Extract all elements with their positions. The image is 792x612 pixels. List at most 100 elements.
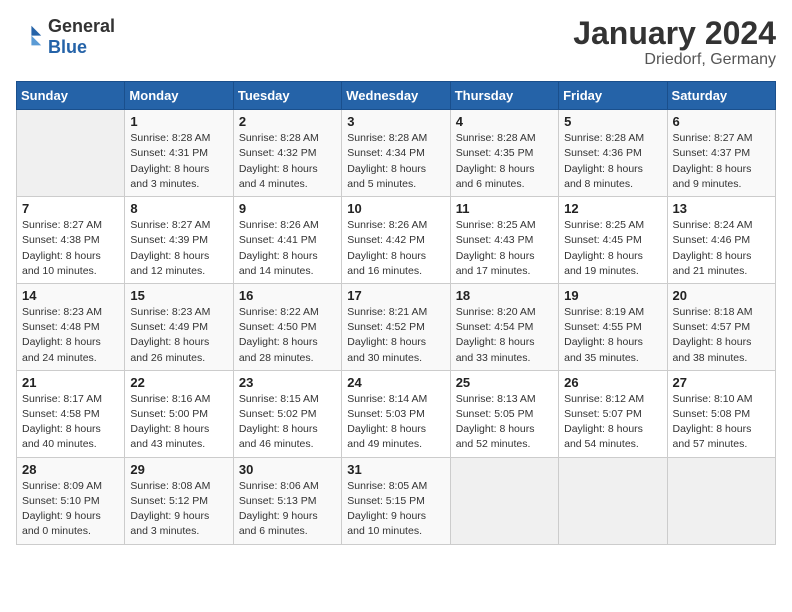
day-number: 1 xyxy=(130,114,227,129)
day-number: 4 xyxy=(456,114,553,129)
calendar-cell: 4 Sunrise: 8:28 AM Sunset: 4:35 PM Daylig… xyxy=(450,110,558,197)
day-info: Sunrise: 8:22 AM Sunset: 4:50 PM Dayligh… xyxy=(239,305,336,366)
day-header-thursday: Thursday xyxy=(450,82,558,110)
day-number: 11 xyxy=(456,201,553,216)
day-number: 2 xyxy=(239,114,336,129)
day-info: Sunrise: 8:16 AM Sunset: 5:00 PM Dayligh… xyxy=(130,392,227,453)
day-header-wednesday: Wednesday xyxy=(342,82,450,110)
calendar-cell: 26 Sunrise: 8:12 AM Sunset: 5:07 PM Dayli… xyxy=(559,370,667,457)
logo-blue: Blue xyxy=(48,37,87,57)
logo-text: General Blue xyxy=(48,16,115,58)
day-number: 15 xyxy=(130,288,227,303)
day-header-saturday: Saturday xyxy=(667,82,775,110)
day-info: Sunrise: 8:09 AM Sunset: 5:10 PM Dayligh… xyxy=(22,479,119,540)
calendar-cell: 18 Sunrise: 8:20 AM Sunset: 4:54 PM Dayli… xyxy=(450,283,558,370)
day-number: 6 xyxy=(673,114,770,129)
calendar-cell: 20Sunrise: 8:18 AM Sunset: 4:57 PM Dayli… xyxy=(667,283,775,370)
day-header-tuesday: Tuesday xyxy=(233,82,341,110)
calendar-week-5: 28 Sunrise: 8:09 AM Sunset: 5:10 PM Dayli… xyxy=(17,457,776,544)
day-number: 18 xyxy=(456,288,553,303)
day-number: 22 xyxy=(130,375,227,390)
day-number: 28 xyxy=(22,462,119,477)
calendar-week-1: 1Sunrise: 8:28 AM Sunset: 4:31 PM Daylig… xyxy=(17,110,776,197)
calendar-week-2: 7 Sunrise: 8:27 AM Sunset: 4:38 PM Daylig… xyxy=(17,197,776,284)
day-info: Sunrise: 8:17 AM Sunset: 4:58 PM Dayligh… xyxy=(22,392,119,453)
day-info: Sunrise: 8:23 AM Sunset: 4:49 PM Dayligh… xyxy=(130,305,227,366)
day-number: 20 xyxy=(673,288,770,303)
day-info: Sunrise: 8:27 AM Sunset: 4:38 PM Dayligh… xyxy=(22,218,119,279)
day-info: Sunrise: 8:21 AM Sunset: 4:52 PM Dayligh… xyxy=(347,305,444,366)
calendar-cell: 9Sunrise: 8:26 AM Sunset: 4:41 PM Daylig… xyxy=(233,197,341,284)
day-info: Sunrise: 8:15 AM Sunset: 5:02 PM Dayligh… xyxy=(239,392,336,453)
day-number: 3 xyxy=(347,114,444,129)
day-number: 16 xyxy=(239,288,336,303)
day-info: Sunrise: 8:06 AM Sunset: 5:13 PM Dayligh… xyxy=(239,479,336,540)
day-number: 14 xyxy=(22,288,119,303)
calendar-cell: 13 Sunrise: 8:24 AM Sunset: 4:46 PM Dayli… xyxy=(667,197,775,284)
day-number: 24 xyxy=(347,375,444,390)
day-info: Sunrise: 8:05 AM Sunset: 5:15 PM Dayligh… xyxy=(347,479,444,540)
month-year-title: January 2024 xyxy=(573,16,776,51)
day-number: 26 xyxy=(564,375,661,390)
calendar-cell: 1Sunrise: 8:28 AM Sunset: 4:31 PM Daylig… xyxy=(125,110,233,197)
day-header-friday: Friday xyxy=(559,82,667,110)
calendar-cell: 30 Sunrise: 8:06 AM Sunset: 5:13 PM Dayli… xyxy=(233,457,341,544)
day-number: 8 xyxy=(130,201,227,216)
calendar-week-3: 14 Sunrise: 8:23 AM Sunset: 4:48 PM Dayli… xyxy=(17,283,776,370)
calendar-cell: 24 Sunrise: 8:14 AM Sunset: 5:03 PM Dayli… xyxy=(342,370,450,457)
day-info: Sunrise: 8:25 AM Sunset: 4:43 PM Dayligh… xyxy=(456,218,553,279)
day-info: Sunrise: 8:10 AM Sunset: 5:08 PM Dayligh… xyxy=(673,392,770,453)
calendar-cell: 16 Sunrise: 8:22 AM Sunset: 4:50 PM Dayli… xyxy=(233,283,341,370)
calendar-cell: 3Sunrise: 8:28 AM Sunset: 4:34 PM Daylig… xyxy=(342,110,450,197)
calendar-cell: 25 Sunrise: 8:13 AM Sunset: 5:05 PM Dayli… xyxy=(450,370,558,457)
day-info: Sunrise: 8:20 AM Sunset: 4:54 PM Dayligh… xyxy=(456,305,553,366)
days-header-row: SundayMondayTuesdayWednesdayThursdayFrid… xyxy=(17,82,776,110)
calendar-cell xyxy=(450,457,558,544)
day-number: 10 xyxy=(347,201,444,216)
day-info: Sunrise: 8:27 AM Sunset: 4:37 PM Dayligh… xyxy=(673,131,770,192)
day-info: Sunrise: 8:14 AM Sunset: 5:03 PM Dayligh… xyxy=(347,392,444,453)
day-number: 19 xyxy=(564,288,661,303)
day-info: Sunrise: 8:25 AM Sunset: 4:45 PM Dayligh… xyxy=(564,218,661,279)
calendar-cell: 8 Sunrise: 8:27 AM Sunset: 4:39 PM Daylig… xyxy=(125,197,233,284)
calendar-cell: 10 Sunrise: 8:26 AM Sunset: 4:42 PM Dayli… xyxy=(342,197,450,284)
calendar-cell: 31Sunrise: 8:05 AM Sunset: 5:15 PM Dayli… xyxy=(342,457,450,544)
calendar-cell: 29Sunrise: 8:08 AM Sunset: 5:12 PM Dayli… xyxy=(125,457,233,544)
day-header-monday: Monday xyxy=(125,82,233,110)
day-info: Sunrise: 8:28 AM Sunset: 4:32 PM Dayligh… xyxy=(239,131,336,192)
day-info: Sunrise: 8:13 AM Sunset: 5:05 PM Dayligh… xyxy=(456,392,553,453)
day-number: 7 xyxy=(22,201,119,216)
day-info: Sunrise: 8:26 AM Sunset: 4:42 PM Dayligh… xyxy=(347,218,444,279)
calendar-cell: 15 Sunrise: 8:23 AM Sunset: 4:49 PM Dayli… xyxy=(125,283,233,370)
calendar-cell: 17Sunrise: 8:21 AM Sunset: 4:52 PM Dayli… xyxy=(342,283,450,370)
day-info: Sunrise: 8:08 AM Sunset: 5:12 PM Dayligh… xyxy=(130,479,227,540)
calendar-cell xyxy=(17,110,125,197)
logo-general: General xyxy=(48,16,115,36)
logo-icon xyxy=(16,23,44,51)
day-number: 25 xyxy=(456,375,553,390)
calendar-cell: 19 Sunrise: 8:19 AM Sunset: 4:55 PM Dayli… xyxy=(559,283,667,370)
day-number: 13 xyxy=(673,201,770,216)
day-info: Sunrise: 8:24 AM Sunset: 4:46 PM Dayligh… xyxy=(673,218,770,279)
title-block: January 2024 Driedorf, Germany xyxy=(573,16,776,69)
calendar-cell: 22 Sunrise: 8:16 AM Sunset: 5:00 PM Dayli… xyxy=(125,370,233,457)
calendar-cell: 12Sunrise: 8:25 AM Sunset: 4:45 PM Dayli… xyxy=(559,197,667,284)
day-info: Sunrise: 8:19 AM Sunset: 4:55 PM Dayligh… xyxy=(564,305,661,366)
calendar-cell: 14 Sunrise: 8:23 AM Sunset: 4:48 PM Dayli… xyxy=(17,283,125,370)
day-info: Sunrise: 8:28 AM Sunset: 4:35 PM Dayligh… xyxy=(456,131,553,192)
calendar-week-4: 21Sunrise: 8:17 AM Sunset: 4:58 PM Dayli… xyxy=(17,370,776,457)
location-subtitle: Driedorf, Germany xyxy=(573,51,776,69)
calendar-cell: 7 Sunrise: 8:27 AM Sunset: 4:38 PM Daylig… xyxy=(17,197,125,284)
calendar-cell: 2 Sunrise: 8:28 AM Sunset: 4:32 PM Daylig… xyxy=(233,110,341,197)
day-info: Sunrise: 8:12 AM Sunset: 5:07 PM Dayligh… xyxy=(564,392,661,453)
day-info: Sunrise: 8:26 AM Sunset: 4:41 PM Dayligh… xyxy=(239,218,336,279)
calendar-cell: 27 Sunrise: 8:10 AM Sunset: 5:08 PM Dayli… xyxy=(667,370,775,457)
calendar-cell: 21Sunrise: 8:17 AM Sunset: 4:58 PM Dayli… xyxy=(17,370,125,457)
day-info: Sunrise: 8:28 AM Sunset: 4:36 PM Dayligh… xyxy=(564,131,661,192)
day-info: Sunrise: 8:27 AM Sunset: 4:39 PM Dayligh… xyxy=(130,218,227,279)
day-number: 27 xyxy=(673,375,770,390)
day-number: 30 xyxy=(239,462,336,477)
calendar-table: SundayMondayTuesdayWednesdayThursdayFrid… xyxy=(16,81,776,544)
day-info: Sunrise: 8:23 AM Sunset: 4:48 PM Dayligh… xyxy=(22,305,119,366)
calendar-cell: 5Sunrise: 8:28 AM Sunset: 4:36 PM Daylig… xyxy=(559,110,667,197)
